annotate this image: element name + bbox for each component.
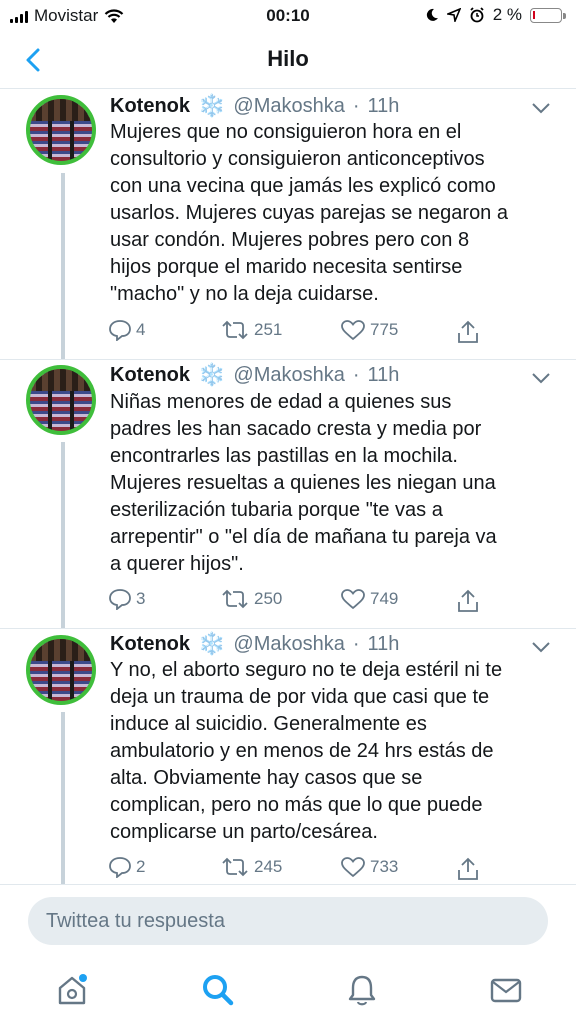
tweet-text: Niñas menores de edad a quienes sus padr…	[110, 391, 497, 575]
tweet[interactable]: Kotenok ❄️ @Makoshka · 11h Niñas menores…	[0, 359, 576, 629]
location-icon	[446, 8, 461, 22]
reply-button[interactable]: 2	[108, 856, 145, 878]
tweet-header: Kotenok ❄️ @Makoshka · 11h	[110, 362, 399, 388]
reply-icon	[109, 857, 131, 878]
reply-button[interactable]: 3	[108, 588, 145, 610]
retweet-icon	[222, 857, 248, 877]
thread-line	[61, 173, 65, 359]
tab-bar	[0, 956, 576, 1024]
like-button[interactable]: 749	[340, 588, 398, 610]
separator: ·	[352, 363, 360, 386]
tweet-actions: 4 251 775	[108, 319, 508, 347]
status-bar: Movistar 00:10 2 %	[0, 0, 576, 32]
tweet-header: Kotenok ❄️ @Makoshka · 11h	[110, 93, 399, 119]
chevron-down-icon[interactable]	[530, 101, 552, 115]
retweet-count: 245	[254, 857, 283, 876]
tweet-actions: 3 250 749	[108, 588, 508, 616]
author-name[interactable]: Kotenok	[110, 95, 190, 118]
reply-count: 3	[136, 589, 146, 608]
tweet-time: 11h	[367, 94, 400, 117]
author-handle[interactable]: @Makoshka	[233, 633, 344, 656]
status-right: 2 %	[425, 5, 566, 25]
reply-input[interactable]: Twittea tu respuesta	[28, 897, 548, 945]
reply-icon	[109, 589, 131, 610]
retweet-count: 250	[254, 589, 283, 608]
page-title: Hilo	[267, 46, 309, 71]
snowflake-icon: ❄️	[198, 362, 226, 387]
reply-bar: Twittea tu respuesta	[0, 884, 576, 957]
retweet-button[interactable]: 251	[220, 319, 282, 341]
share-icon[interactable]	[456, 319, 480, 345]
tweet[interactable]: Kotenok ❄️ @Makoshka · 11h Y no, el abor…	[0, 628, 576, 885]
battery-percent: 2 %	[492, 5, 522, 24]
author-handle[interactable]: @Makoshka	[233, 364, 344, 387]
author-handle[interactable]: @Makoshka	[233, 95, 344, 118]
author-name[interactable]: Kotenok	[110, 633, 190, 656]
search-icon[interactable]	[198, 970, 238, 1010]
thread-line	[61, 712, 65, 885]
retweet-count: 251	[254, 320, 283, 339]
like-button[interactable]: 775	[340, 319, 398, 341]
heart-icon	[341, 589, 365, 610]
separator: ·	[352, 632, 360, 655]
like-button[interactable]: 733	[340, 856, 398, 878]
reply-count: 2	[136, 857, 146, 876]
avatar[interactable]	[26, 365, 96, 435]
tweet-text: Mujeres que no consiguieron hora en el c…	[110, 121, 508, 305]
tweet-time: 11h	[367, 632, 400, 655]
notifications-icon[interactable]	[342, 970, 382, 1010]
retweet-button[interactable]: 250	[220, 588, 282, 610]
tweet-text: Y no, el aborto seguro no te deja estéri…	[110, 659, 503, 843]
heart-icon	[341, 857, 365, 878]
tweet-time: 11h	[367, 363, 400, 386]
like-count: 749	[370, 589, 399, 608]
avatar[interactable]	[26, 95, 96, 165]
separator: ·	[352, 94, 360, 117]
retweet-icon	[222, 320, 248, 340]
like-count: 775	[370, 320, 399, 339]
snowflake-icon: ❄️	[198, 631, 226, 656]
author-name[interactable]: Kotenok	[110, 364, 190, 387]
like-count: 733	[370, 857, 399, 876]
thread-line	[61, 442, 65, 629]
messages-icon[interactable]	[486, 970, 526, 1010]
tweet-header: Kotenok ❄️ @Makoshka · 11h	[110, 631, 399, 657]
home-icon[interactable]	[52, 970, 92, 1010]
tweet-actions: 2 245 733	[108, 856, 508, 884]
moon-icon	[426, 8, 438, 21]
retweet-icon	[222, 589, 248, 609]
reply-count: 4	[136, 320, 146, 339]
battery-icon	[530, 7, 566, 23]
avatar[interactable]	[26, 635, 96, 705]
heart-icon	[341, 320, 365, 341]
alarm-icon	[470, 7, 484, 23]
nav-bar: Hilo	[0, 32, 576, 89]
reply-icon	[109, 320, 131, 341]
reply-button[interactable]: 4	[108, 319, 145, 341]
share-icon[interactable]	[456, 856, 480, 882]
snowflake-icon: ❄️	[198, 93, 226, 118]
chevron-down-icon[interactable]	[530, 371, 552, 385]
retweet-button[interactable]: 245	[220, 856, 282, 878]
share-icon[interactable]	[456, 588, 480, 614]
tweet[interactable]: Kotenok ❄️ @Makoshka · 11h Mujeres que n…	[0, 89, 576, 359]
chevron-down-icon[interactable]	[530, 640, 552, 654]
